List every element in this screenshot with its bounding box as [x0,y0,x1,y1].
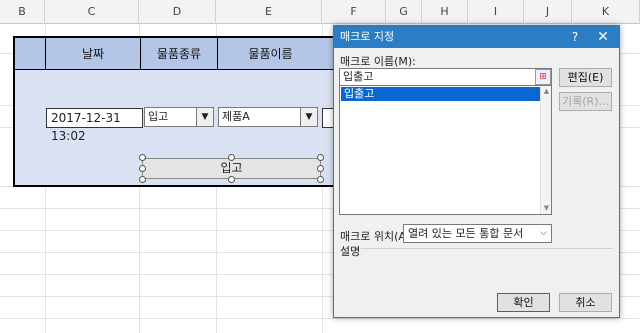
column-header-k[interactable]: K [572,0,640,24]
chevron-down-icon[interactable]: ⌵ [536,225,551,242]
cancel-button[interactable]: 취소 [559,293,612,312]
description-divider [361,248,613,249]
date-textbox[interactable]: 2017-12-31 13:02 [46,108,143,143]
resize-handle[interactable] [139,176,146,183]
table-header: 날짜 물품종류 물품이름 [15,38,338,70]
macro-list[interactable]: 입출고 ▲ ▼ [339,85,552,215]
help-icon[interactable]: ? [567,26,583,48]
assign-macro-dialog: 매크로 지정 ? ✕ 매크로 이름(M): 입출고 ⊞ 입출고 ▲ ▼ 편집(E… [333,25,620,318]
macro-location-value: 열려 있는 모든 통합 문서 [408,227,524,240]
resize-handle[interactable] [228,176,235,183]
resize-handle[interactable] [317,154,324,161]
item-type-combo-value: 입고 [148,110,169,123]
macro-name-label: 매크로 이름(M): [340,55,416,68]
column-header-i[interactable]: I [468,0,524,24]
scroll-up-icon[interactable]: ▲ [541,86,552,97]
resize-handle[interactable] [317,165,324,172]
resize-handle[interactable] [228,154,235,161]
column-header-j[interactable]: J [524,0,572,24]
item-name-combo-value: 제품A [222,110,250,123]
scroll-down-icon[interactable]: ▼ [541,203,552,214]
column-header-f[interactable]: F [322,0,386,24]
dialog-titlebar[interactable]: 매크로 지정 ? ✕ [334,26,619,48]
dialog-title: 매크로 지정 [340,30,395,43]
chevron-down-icon[interactable]: ▼ [300,108,317,126]
column-header-d[interactable]: D [139,0,216,24]
header-item-name: 물품이름 [217,38,323,70]
record-button[interactable]: 기록(R)... [559,92,612,111]
item-name-combo[interactable]: 제품A ▼ [218,107,318,127]
list-scrollbar[interactable]: ▲ ▼ [540,86,551,214]
header-date: 날짜 [45,38,140,70]
item-type-combo[interactable]: 입고 ▼ [144,107,214,127]
resize-handle[interactable] [139,165,146,172]
ok-button[interactable]: 확인 [497,293,550,312]
range-select-icon[interactable]: ⊞ [535,69,551,85]
chevron-down-icon[interactable]: ▼ [196,108,213,126]
column-header-g[interactable]: G [386,0,422,24]
resize-handle[interactable] [317,176,324,183]
macro-name-input[interactable]: 입출고 [339,68,552,86]
resize-handle[interactable] [139,154,146,161]
column-header-h[interactable]: H [422,0,468,24]
header-item-type: 물품종류 [140,38,217,70]
gridline [0,318,640,319]
edit-button[interactable]: 편집(E) [559,68,612,87]
column-header-b[interactable]: B [0,0,45,24]
column-header-e[interactable]: E [216,0,322,24]
macro-location-select[interactable]: 열려 있는 모든 통합 문서 ⌵ [403,224,552,243]
macro-list-item[interactable]: 입출고 [341,87,540,101]
description-label: 설명 [340,245,361,258]
column-header-c[interactable]: C [45,0,139,24]
column-header-row: B C D E F G H I J K [0,0,640,24]
close-icon[interactable]: ✕ [593,26,613,48]
